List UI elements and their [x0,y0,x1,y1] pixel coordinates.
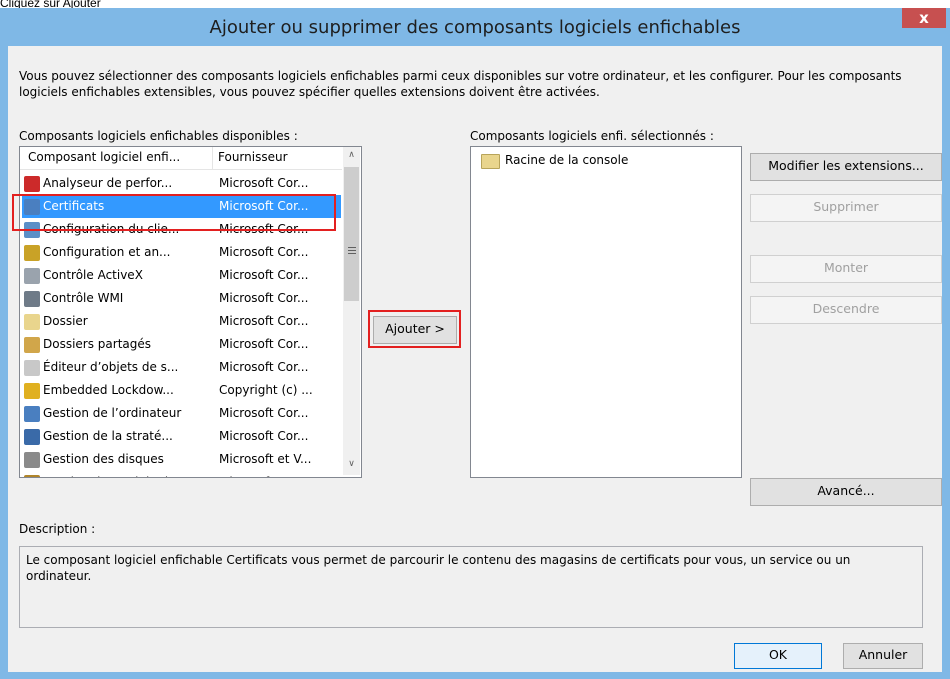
description-box: Le composant logiciel enfichable Certifi… [19,546,923,628]
description-label: Description : [19,522,96,536]
available-snapins-label: Composants logiciels enfichables disponi… [19,129,298,143]
list-item[interactable]: Racine de la console [473,149,739,172]
selected-snapins-label: Composants logiciels enfi. sélectionnés … [470,129,714,143]
close-button[interactable]: x [902,8,946,28]
list-item[interactable]: Embedded Lockdow... Copyright (c) ... [22,379,341,402]
snapin-vendor: Microsoft Cor... [219,406,309,420]
tpm-icon [24,475,40,477]
disk-icon [24,452,40,468]
computer-management-icon [24,406,40,422]
snapin-dialog: Ajouter ou supprimer des composants logi… [0,8,950,679]
list-item[interactable]: Gestion du module d... Microsoft Cor... [22,471,341,477]
title-bar[interactable]: Ajouter ou supprimer des composants logi… [0,8,950,46]
scroll-up-icon[interactable]: ∧ [343,150,360,160]
snapin-vendor: Microsoft Cor... [219,429,309,443]
snapin-name: Analyseur de perfor... [43,176,173,190]
snapin-vendor: Microsoft et V... [219,452,312,466]
snapin-name: Dossiers partagés [43,337,152,351]
list-item[interactable]: Analyseur de perfor... Microsoft Cor... [22,172,341,195]
snapin-name: Gestion du module d... [43,475,180,477]
snapin-vendor: Copyright (c) ... [219,383,313,397]
list-item[interactable]: Gestion des disques Microsoft et V... [22,448,341,471]
folder-icon [481,154,500,169]
list-header: Composant logiciel enfi... Fournisseur [20,147,342,170]
scroll-thumb[interactable] [344,167,359,301]
snapin-vendor: Microsoft Cor... [219,176,309,190]
list-item[interactable]: Dossiers partagés Microsoft Cor... [22,333,341,356]
snapin-vendor: Microsoft Cor... [219,337,309,351]
close-icon: x [919,9,929,27]
scroll-down-icon[interactable]: ∨ [343,459,360,469]
shared-folder-icon [24,337,40,353]
snapin-vendor: Microsoft Cor... [219,475,308,477]
list-item[interactable]: Gestion de l’ordinateur Microsoft Cor... [22,402,341,425]
snapin-vendor: Microsoft Cor... [219,360,309,374]
snapin-name: Contrôle WMI [43,291,124,305]
list-item[interactable]: Éditeur d’objets de s... Microsoft Cor... [22,356,341,379]
edit-extensions-button[interactable]: Modifier les extensions... [750,153,942,181]
grip-line [348,247,356,248]
snapin-name: Dossier [43,314,88,328]
remove-button[interactable]: Supprimer [750,194,942,222]
ok-button[interactable]: OK [734,643,822,669]
snapin-name: Éditeur d’objets de s... [43,360,179,374]
lock-icon [24,383,40,399]
snapin-name: Gestion des disques [43,452,164,466]
selected-snapins-list[interactable]: Racine de la console [470,146,742,478]
console-root-label: Racine de la console [505,153,629,167]
policy-editor-icon [24,360,40,376]
instruction-caption: Cliquez sur Ajouter [0,0,101,10]
dialog-body: Vous pouvez sélectionner des composants … [8,46,942,672]
column-header-snapin[interactable]: Composant logiciel enfi... [28,150,180,164]
folder-icon [24,314,40,330]
snapin-vendor: Microsoft Cor... [219,314,309,328]
list-scrollbar[interactable]: ∧ ∨ [343,147,360,475]
list-item[interactable]: Dossier Microsoft Cor... [22,310,341,333]
performance-icon [24,176,40,192]
move-up-button[interactable]: Monter [750,255,942,283]
certificats-highlight [12,194,336,231]
column-divider [212,147,213,169]
list-item[interactable]: Contrôle ActiveX Microsoft Cor... [22,264,341,287]
list-item[interactable]: Configuration et an... Microsoft Cor... [22,241,341,264]
grip-line [348,253,356,254]
snapin-vendor: Microsoft Cor... [219,268,309,282]
description-text: Le composant logiciel enfichable Certifi… [26,553,851,583]
intro-text: Vous pouvez sélectionner des composants … [19,69,902,99]
list-item[interactable]: Contrôle WMI Microsoft Cor... [22,287,341,310]
cancel-button[interactable]: Annuler [843,643,923,669]
snapin-vendor: Microsoft Cor... [219,291,309,305]
move-down-button[interactable]: Descendre [750,296,942,324]
snapin-name: Gestion de la straté... [43,429,173,443]
snapin-name: Gestion de l’ordinateur [43,406,182,420]
group-policy-icon [24,429,40,445]
list-item[interactable]: Gestion de la straté... Microsoft Cor... [22,425,341,448]
advanced-button[interactable]: Avancé... [750,478,942,506]
security-config-icon [24,245,40,261]
add-button-highlight [368,310,461,348]
wmi-icon [24,291,40,307]
dialog-title: Ajouter ou supprimer des composants logi… [209,17,741,38]
column-header-vendor[interactable]: Fournisseur [218,150,288,164]
snapin-vendor: Microsoft Cor... [219,245,309,259]
snapin-name: Configuration et an... [43,245,171,259]
snapin-name: Embedded Lockdow... [43,383,174,397]
snapin-name: Contrôle ActiveX [43,268,143,282]
grip-line [348,250,356,251]
activex-icon [24,268,40,284]
